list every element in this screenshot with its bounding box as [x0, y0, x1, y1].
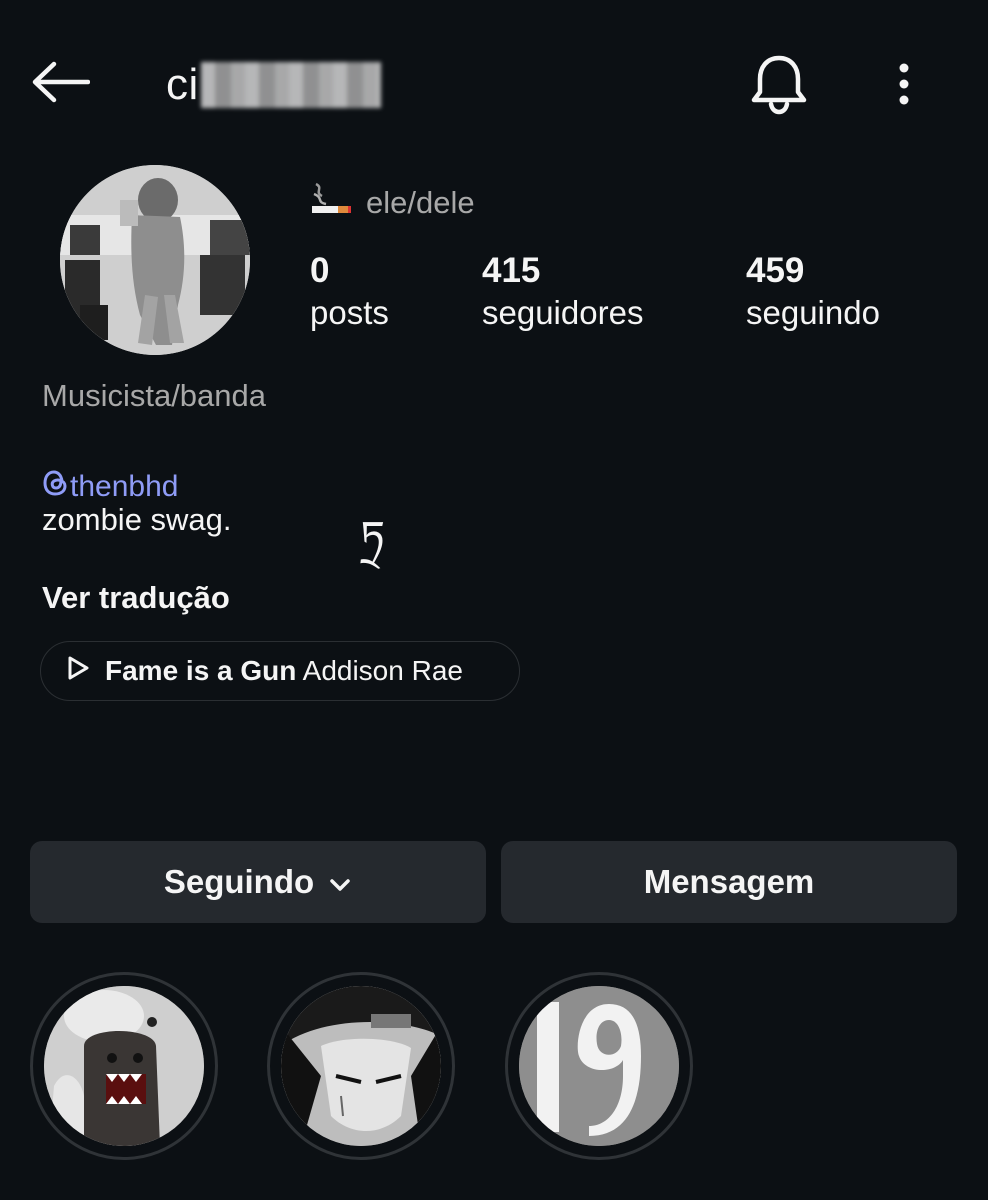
song-artist: Addison Rae [302, 655, 463, 686]
threads-icon [42, 468, 70, 506]
stat-followers[interactable]: 415 seguidores [482, 250, 643, 334]
song-title: Fame is a Gun [105, 655, 297, 686]
more-vertical-icon [884, 63, 924, 116]
following-button[interactable]: Seguindo [30, 841, 486, 923]
bio-glyph: ཏྲ [360, 512, 385, 563]
play-icon [65, 654, 91, 689]
music-pill[interactable]: Fame is a Gun Addison Rae [40, 641, 520, 701]
cigarette-icon [310, 180, 352, 226]
stat-following[interactable]: 459 seguindo [746, 250, 880, 334]
story-highlight-2[interactable] [267, 972, 455, 1160]
following-button-label: Seguindo [163, 863, 315, 900]
pronouns: ele/dele [310, 180, 475, 226]
bio-text: zombie swag. [42, 502, 232, 537]
message-button-label: Mensagem [643, 863, 815, 900]
chevron-down-icon [328, 863, 352, 901]
itachi-highlight-image [281, 986, 441, 1146]
see-translation-link[interactable]: Ver tradução [42, 580, 230, 616]
profile-category: Musicista/banda [42, 378, 267, 413]
number-19-highlight-image [519, 986, 679, 1146]
profile-username: ci [166, 52, 381, 118]
notifications-button[interactable] [748, 52, 810, 116]
domo-highlight-image [44, 986, 204, 1146]
bell-icon [748, 55, 810, 120]
threads-link[interactable]: thenbhd [42, 468, 178, 506]
username-blurred [200, 62, 381, 108]
followers-count: 415 [482, 251, 541, 290]
username-text: ci [166, 60, 199, 109]
posts-count: 0 [310, 251, 330, 290]
back-button[interactable] [30, 58, 94, 110]
arrow-left-icon [30, 60, 91, 109]
pronouns-text: ele/dele [366, 185, 475, 220]
threads-handle: thenbhd [70, 470, 179, 503]
posts-label: posts [310, 294, 389, 331]
stat-posts[interactable]: 0 posts [310, 250, 389, 334]
more-options-button[interactable] [884, 56, 924, 112]
following-label: seguindo [746, 294, 880, 331]
story-highlight-3[interactable] [505, 972, 693, 1160]
followers-label: seguidores [482, 294, 644, 331]
following-count: 459 [746, 251, 805, 290]
story-highlight-1[interactable] [30, 972, 218, 1160]
message-button[interactable]: Mensagem [501, 841, 957, 923]
profile-avatar[interactable] [60, 165, 250, 355]
